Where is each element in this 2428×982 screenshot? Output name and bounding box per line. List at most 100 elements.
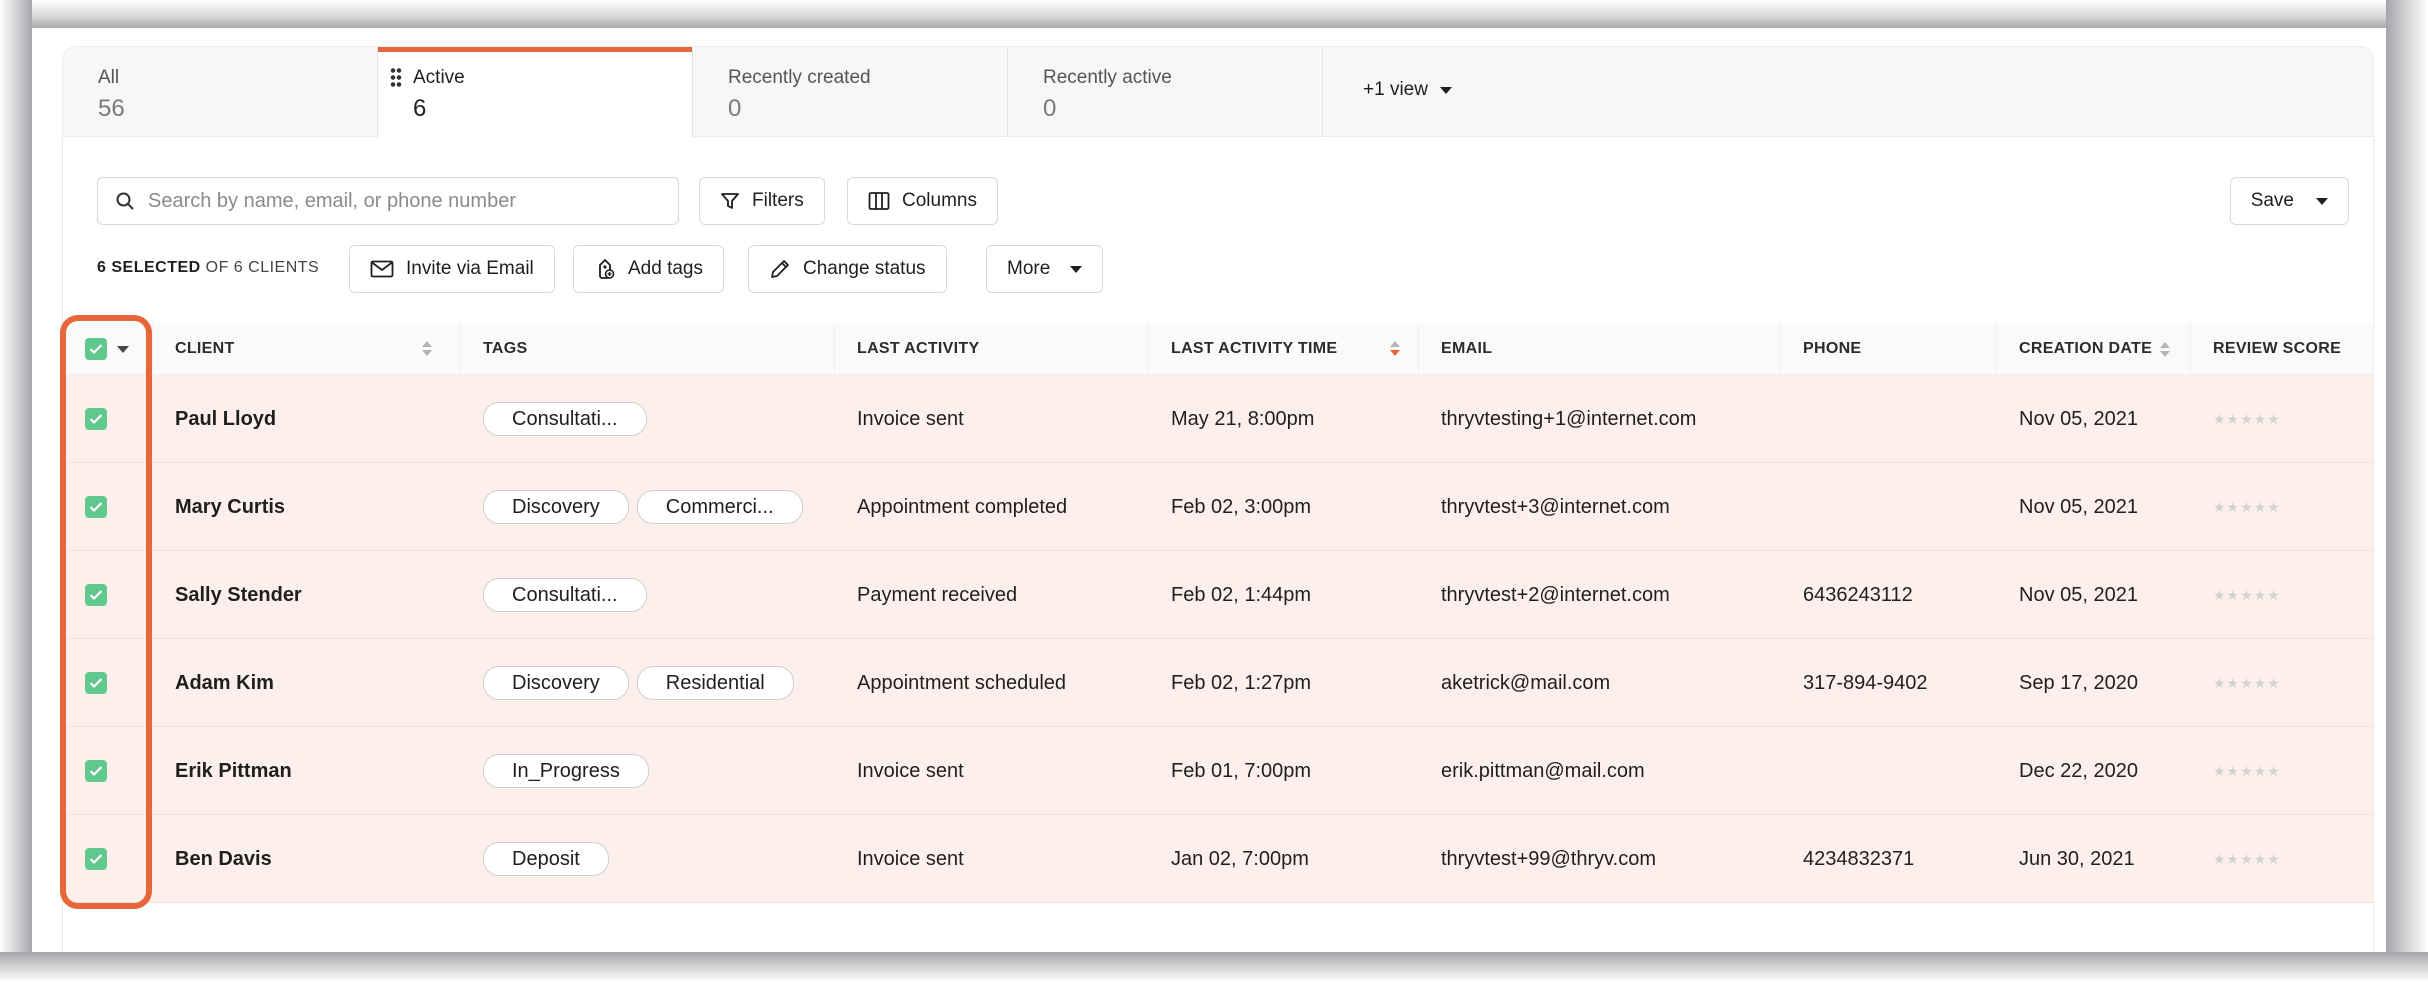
filters-button[interactable]: Filters	[699, 177, 825, 225]
tab-recently-active[interactable]: Recently active 0	[1008, 47, 1323, 137]
table-row[interactable]: Sally Stender Consultati... Payment rece…	[63, 551, 2373, 639]
review-score: ★★★★★	[2191, 463, 2355, 551]
client-name[interactable]: Erik Pittman	[153, 727, 461, 815]
clients-card: All 56 Active 6 Recently created 0 Recen…	[62, 46, 2374, 952]
star-rating-icon: ★★★★★	[2213, 410, 2281, 427]
table-row[interactable]: Erik Pittman In_Progress Invoice sent Fe…	[63, 727, 2373, 815]
save-button[interactable]: Save	[2229, 177, 2349, 225]
row-select-cell	[63, 551, 153, 639]
row-select-cell	[63, 639, 153, 727]
row-checkbox[interactable]	[85, 848, 107, 870]
tag-chip[interactable]: Consultati...	[483, 578, 647, 612]
select-all-header	[63, 323, 153, 375]
last-activity-time: Feb 02, 1:27pm	[1171, 671, 1312, 694]
last-activity: Payment received	[857, 583, 1018, 606]
creation-date: Nov 05, 2021	[2019, 495, 2138, 518]
tab-label: All	[98, 67, 120, 88]
drag-handle-icon[interactable]	[390, 67, 402, 87]
row-checkbox[interactable]	[85, 408, 107, 430]
select-all-checkbox[interactable]	[85, 338, 107, 360]
row-select-cell	[63, 375, 153, 463]
client-name[interactable]: Mary Curtis	[153, 463, 461, 551]
creation-date: Nov 05, 2021	[2019, 583, 2138, 606]
tag-chip[interactable]: Discovery	[483, 666, 629, 700]
table-row[interactable]: Adam Kim Discovery Residential Appointmen…	[63, 639, 2373, 727]
add-tags-button[interactable]: Add tags	[573, 245, 724, 293]
tags-cell: Discovery Residential	[461, 639, 835, 727]
sort-desc-icon[interactable]	[1390, 341, 1400, 356]
table-row[interactable]: Ben Davis Deposit Invoice sent Jan 02, 7…	[63, 815, 2373, 903]
tab-active[interactable]: Active 6	[378, 47, 693, 137]
email[interactable]: thryvtest+3@internet.com	[1419, 463, 1781, 551]
header-label: REVIEW SCORE	[2213, 340, 2342, 357]
column-header-creation-date[interactable]: CREATION DATE	[1997, 323, 2191, 375]
columns-button[interactable]: Columns	[847, 177, 998, 225]
client-name[interactable]: Sally Stender	[153, 551, 461, 639]
change-status-button[interactable]: Change status	[748, 245, 947, 293]
table-header-row: CLIENT TAGS LAST ACTIVITY LAST ACTIVITY …	[63, 323, 2373, 375]
review-score: ★★★★★	[2191, 375, 2355, 463]
email[interactable]: thryvtest+2@internet.com	[1419, 551, 1781, 639]
email[interactable]: thryvtest+99@thryv.com	[1419, 815, 1781, 903]
more-views-dropdown[interactable]: +1 view	[1323, 47, 1452, 137]
tag-chip[interactable]: Discovery	[483, 490, 629, 524]
column-header-last-activity: LAST ACTIVITY	[835, 323, 1149, 375]
header-label: PHONE	[1803, 340, 1862, 357]
phone[interactable]	[1781, 375, 1997, 463]
select-menu-caret-icon[interactable]	[117, 345, 129, 353]
toolbar: Filters Columns Save	[63, 177, 2373, 225]
sort-icon[interactable]	[422, 341, 432, 356]
phone[interactable]: 4234832371	[1781, 815, 1997, 903]
search-box[interactable]	[97, 177, 679, 225]
tab-count: 56	[98, 95, 125, 122]
row-checkbox[interactable]	[85, 760, 107, 782]
checkmark-icon	[89, 590, 103, 601]
more-actions-button[interactable]: More	[986, 245, 1104, 293]
client-name[interactable]: Paul Lloyd	[153, 375, 461, 463]
creation-date: Dec 22, 2020	[2019, 759, 2138, 782]
phone[interactable]: 317-894-9402	[1781, 639, 1997, 727]
email[interactable]: erik.pittman@mail.com	[1419, 727, 1781, 815]
clients-table: CLIENT TAGS LAST ACTIVITY LAST ACTIVITY …	[63, 323, 2373, 903]
checkmark-icon	[89, 766, 103, 777]
frame-shadow-left	[0, 0, 32, 982]
tag-chip[interactable]: Consultati...	[483, 402, 647, 436]
tab-all[interactable]: All 56	[63, 47, 378, 137]
table-row[interactable]: Mary Curtis Discovery Commerci... Appoint…	[63, 463, 2373, 551]
phone[interactable]	[1781, 727, 1997, 815]
frame-shadow-top	[0, 0, 2428, 28]
client-name[interactable]: Ben Davis	[153, 815, 461, 903]
tab-recently-created[interactable]: Recently created 0	[693, 47, 1008, 137]
tag-chip[interactable]: In_Progress	[483, 754, 649, 788]
checkmark-icon	[89, 678, 103, 689]
view-tabs: All 56 Active 6 Recently created 0 Recen…	[63, 47, 2373, 137]
caret-down-icon	[1070, 265, 1083, 273]
row-checkbox[interactable]	[85, 672, 107, 694]
frame-shadow-right	[2386, 0, 2428, 982]
columns-label: Columns	[902, 190, 977, 211]
tag-chip[interactable]: Deposit	[483, 842, 609, 876]
search-input[interactable]	[148, 189, 648, 213]
review-score: ★★★★★	[2191, 639, 2355, 727]
tag-chip[interactable]: Residential	[636, 666, 794, 700]
email[interactable]: thryvtesting+1@internet.com	[1419, 375, 1781, 463]
email[interactable]: aketrick@mail.com	[1419, 639, 1781, 727]
sort-icon[interactable]	[2160, 341, 2171, 357]
client-name[interactable]: Adam Kim	[153, 639, 461, 727]
last-activity: Appointment completed	[857, 495, 1068, 518]
row-checkbox[interactable]	[85, 496, 107, 518]
tag-icon	[599, 259, 615, 279]
phone[interactable]: 6436243112	[1781, 551, 1997, 639]
column-header-client[interactable]: CLIENT	[153, 323, 461, 375]
table-row[interactable]: Paul Lloyd Consultati... Invoice sent Ma…	[63, 375, 2373, 463]
pencil-icon	[771, 260, 789, 278]
invite-via-email-button[interactable]: Invite via Email	[349, 245, 555, 293]
row-checkbox[interactable]	[85, 584, 107, 606]
tags-cell: Discovery Commerci...	[461, 463, 835, 551]
selection-summary: 6 SELECTED OF 6 CLIENTS	[97, 259, 319, 277]
tags-cell: Consultati...	[461, 375, 835, 463]
tag-chip[interactable]: Commerci...	[636, 490, 803, 524]
phone[interactable]	[1781, 463, 1997, 551]
screenshot-frame: All 56 Active 6 Recently created 0 Recen…	[0, 0, 2428, 982]
column-header-last-activity-time[interactable]: LAST ACTIVITY TIME	[1149, 323, 1419, 375]
